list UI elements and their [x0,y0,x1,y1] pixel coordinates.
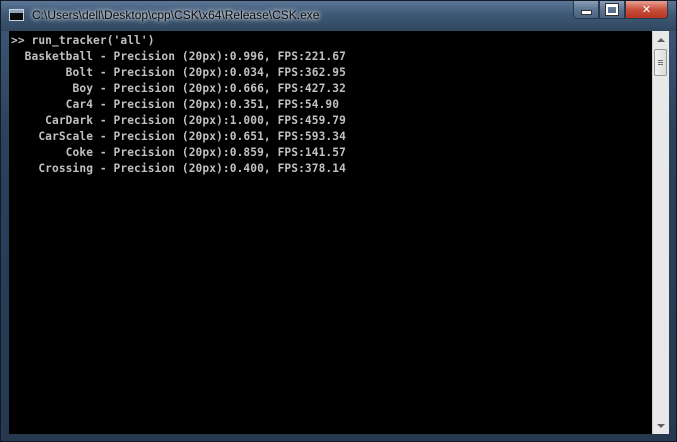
console-output-line: CarDark - Precision (20px):1.000, FPS:45… [11,114,346,127]
scroll-up-button[interactable] [653,31,669,48]
minimize-button[interactable] [573,1,599,19]
console-output-line: Coke - Precision (20px):0.859, FPS:141.5… [11,146,346,159]
thumb-grip-line [658,62,663,63]
title-bar[interactable]: C:\Users\dell\Desktop\cpp\CSK\x64\Releas… [1,1,676,31]
close-icon: ✕ [641,3,652,16]
console-output-line: Bolt - Precision (20px):0.034, FPS:362.9… [11,66,346,79]
console-output-line: CarScale - Precision (20px):0.651, FPS:5… [11,130,346,143]
thumb-grip-line [658,64,663,65]
console-output[interactable]: >> run_tracker('all') Basketball - Preci… [9,31,652,434]
console-command-line: >> run_tracker('all') [11,34,155,47]
maximize-icon [606,4,618,15]
vertical-scrollbar[interactable] [652,31,669,434]
console-output-line: Car4 - Precision (20px):0.351, FPS:54.90 [11,98,340,111]
window-title: C:\Users\dell\Desktop\cpp\CSK\x64\Releas… [32,8,320,22]
thumb-grip-line [658,60,663,61]
scroll-down-button[interactable] [653,417,669,434]
console-window: C:\Users\dell\Desktop\cpp\CSK\x64\Releas… [0,0,677,442]
console-output-line: Basketball - Precision (20px):0.996, FPS… [11,50,346,63]
caption-buttons: ✕ [573,1,668,20]
minimize-icon [580,10,592,15]
console-lines: >> run_tracker('all') Basketball - Preci… [11,33,346,177]
scroll-down-arrow-icon [657,423,665,428]
scroll-thumb[interactable] [654,49,667,76]
maximize-button[interactable] [599,1,625,19]
console-output-line: Boy - Precision (20px):0.666, FPS:427.32 [11,82,346,95]
scroll-up-arrow-icon [657,37,665,42]
console-output-line: Crossing - Precision (20px):0.400, FPS:3… [11,162,346,175]
close-button[interactable]: ✕ [625,1,668,19]
console-app-icon[interactable] [9,9,24,21]
